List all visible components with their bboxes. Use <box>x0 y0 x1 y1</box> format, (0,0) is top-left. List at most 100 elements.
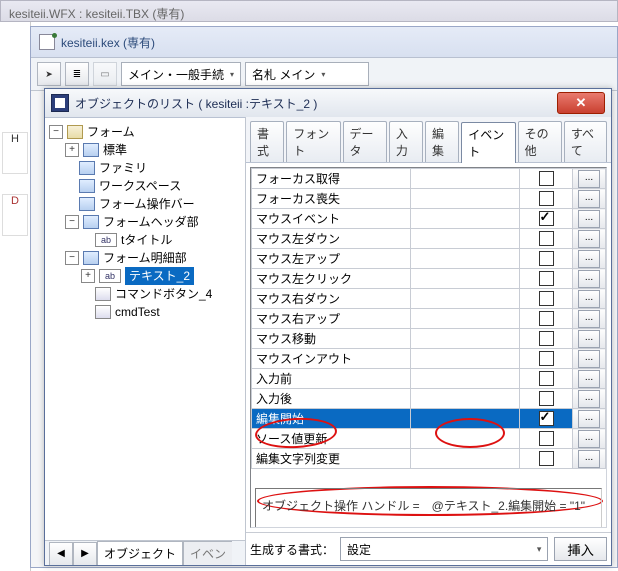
tree-tab-event[interactable]: イベン <box>183 541 232 565</box>
property-value[interactable] <box>411 209 520 229</box>
checkbox[interactable] <box>539 351 554 366</box>
close-button[interactable]: ✕ <box>557 92 605 114</box>
property-row[interactable]: ソース値更新... <box>252 429 606 449</box>
property-row[interactable]: マウス左クリック... <box>252 269 606 289</box>
property-value[interactable] <box>411 349 520 369</box>
insert-button[interactable]: 挿入 <box>554 537 607 561</box>
tree-node[interactable]: ワークスペース <box>65 177 241 195</box>
ellipsis-button[interactable]: ... <box>578 230 600 248</box>
tab-event[interactable]: イベント <box>461 122 515 163</box>
property-row[interactable]: フォーカス喪失... <box>252 189 606 209</box>
tree-node-detail[interactable]: −フォーム明細部 <box>65 249 241 267</box>
property-checkbox-cell[interactable] <box>520 409 573 429</box>
checkbox[interactable] <box>539 291 554 306</box>
property-row[interactable]: マウスインアウト... <box>252 349 606 369</box>
checkbox[interactable] <box>539 211 554 226</box>
tree-tab-object[interactable]: オブジェクト <box>97 541 183 565</box>
tab-edit[interactable]: 編集 <box>425 121 459 162</box>
property-checkbox-cell[interactable] <box>520 289 573 309</box>
property-value[interactable] <box>411 429 520 449</box>
proc-dropdown[interactable]: メイン・一般手続 ▾ <box>121 62 241 86</box>
ellipsis-button[interactable]: ... <box>578 170 600 188</box>
checkbox[interactable] <box>539 311 554 326</box>
property-checkbox-cell[interactable] <box>520 349 573 369</box>
checkbox[interactable] <box>539 251 554 266</box>
tree-node[interactable]: cmdTest <box>81 303 241 321</box>
ellipsis-button[interactable]: ... <box>578 330 600 348</box>
property-checkbox-cell[interactable] <box>520 229 573 249</box>
tree-node-form[interactable]: − フォーム <box>49 123 241 141</box>
ellipsis-button[interactable]: ... <box>578 430 600 448</box>
property-checkbox-cell[interactable] <box>520 189 573 209</box>
dialog-titlebar[interactable]: オブジェクトのリスト ( kesiteii :テキスト_2 ) ✕ <box>45 89 611 118</box>
property-row[interactable]: 入力後... <box>252 389 606 409</box>
tabstrip-next[interactable]: ▶ <box>73 542 97 565</box>
tab-font[interactable]: フォント <box>286 121 340 162</box>
property-value[interactable] <box>411 169 520 189</box>
checkbox[interactable] <box>539 331 554 346</box>
tree-node[interactable]: abtタイトル <box>81 231 241 249</box>
toolbar-button-2[interactable]: ≣ <box>65 62 89 86</box>
property-checkbox-cell[interactable] <box>520 369 573 389</box>
checkbox[interactable] <box>539 391 554 406</box>
ellipsis-button[interactable]: ... <box>578 310 600 328</box>
tree-node[interactable]: フォーム操作バー <box>65 195 241 213</box>
tab-data[interactable]: データ <box>343 121 387 162</box>
checkbox[interactable] <box>539 171 554 186</box>
tab-other[interactable]: その他 <box>518 121 562 162</box>
checkbox[interactable] <box>539 411 554 426</box>
property-checkbox-cell[interactable] <box>520 169 573 189</box>
expand-icon[interactable]: + <box>81 269 95 283</box>
property-checkbox-cell[interactable] <box>520 269 573 289</box>
generate-combo[interactable]: 設定 ▾ <box>340 537 548 561</box>
tab-all[interactable]: すべて <box>564 121 607 162</box>
property-checkbox-cell[interactable] <box>520 329 573 349</box>
ellipsis-button[interactable]: ... <box>578 450 600 468</box>
property-value[interactable] <box>411 189 520 209</box>
tree-node[interactable]: コマンドボタン_4 <box>81 285 241 303</box>
checkbox[interactable] <box>539 451 554 466</box>
ellipsis-button[interactable]: ... <box>578 250 600 268</box>
property-row[interactable]: 入力前... <box>252 369 606 389</box>
property-value[interactable] <box>411 449 520 469</box>
property-value[interactable] <box>411 389 520 409</box>
object-tree[interactable]: − フォーム +標準 ファミリ ワークスペース フォーム操作バー −フォームヘッ… <box>45 117 245 540</box>
property-value[interactable] <box>411 409 520 429</box>
property-row[interactable]: フォーカス取得... <box>252 169 606 189</box>
ellipsis-button[interactable]: ... <box>578 270 600 288</box>
tree-node[interactable]: +標準 <box>65 141 241 159</box>
property-row[interactable]: マウス移動... <box>252 329 606 349</box>
property-value[interactable] <box>411 289 520 309</box>
property-value[interactable] <box>411 269 520 289</box>
tree-node[interactable]: ファミリ <box>65 159 241 177</box>
checkbox[interactable] <box>539 431 554 446</box>
property-row[interactable]: 編集開始... <box>252 409 606 429</box>
checkbox[interactable] <box>539 231 554 246</box>
ellipsis-button[interactable]: ... <box>578 410 600 428</box>
property-row[interactable]: マウス右ダウン... <box>252 289 606 309</box>
property-checkbox-cell[interactable] <box>520 449 573 469</box>
property-grid[interactable]: フォーカス取得...フォーカス喪失...マウスイベント...マウス左ダウン...… <box>251 168 606 469</box>
ellipsis-button[interactable]: ... <box>578 210 600 228</box>
label-dropdown[interactable]: 名札 メイン ▾ <box>245 62 369 86</box>
property-checkbox-cell[interactable] <box>520 309 573 329</box>
property-row[interactable]: 編集文字列変更... <box>252 449 606 469</box>
property-value[interactable] <box>411 249 520 269</box>
checkbox[interactable] <box>539 371 554 386</box>
ellipsis-button[interactable]: ... <box>578 390 600 408</box>
tab-format[interactable]: 書式 <box>250 121 284 162</box>
checkbox[interactable] <box>539 271 554 286</box>
collapse-icon[interactable]: − <box>49 125 63 139</box>
toolbar-button-1[interactable]: ➤ <box>37 62 61 86</box>
property-checkbox-cell[interactable] <box>520 209 573 229</box>
collapse-icon[interactable]: − <box>65 215 79 229</box>
property-checkbox-cell[interactable] <box>520 389 573 409</box>
tree-node-header[interactable]: −フォームヘッダ部 <box>65 213 241 231</box>
property-value[interactable] <box>411 369 520 389</box>
property-checkbox-cell[interactable] <box>520 249 573 269</box>
collapse-icon[interactable]: − <box>65 251 79 265</box>
tab-input[interactable]: 入力 <box>389 121 423 162</box>
ellipsis-button[interactable]: ... <box>578 190 600 208</box>
ellipsis-button[interactable]: ... <box>578 350 600 368</box>
ellipsis-button[interactable]: ... <box>578 370 600 388</box>
